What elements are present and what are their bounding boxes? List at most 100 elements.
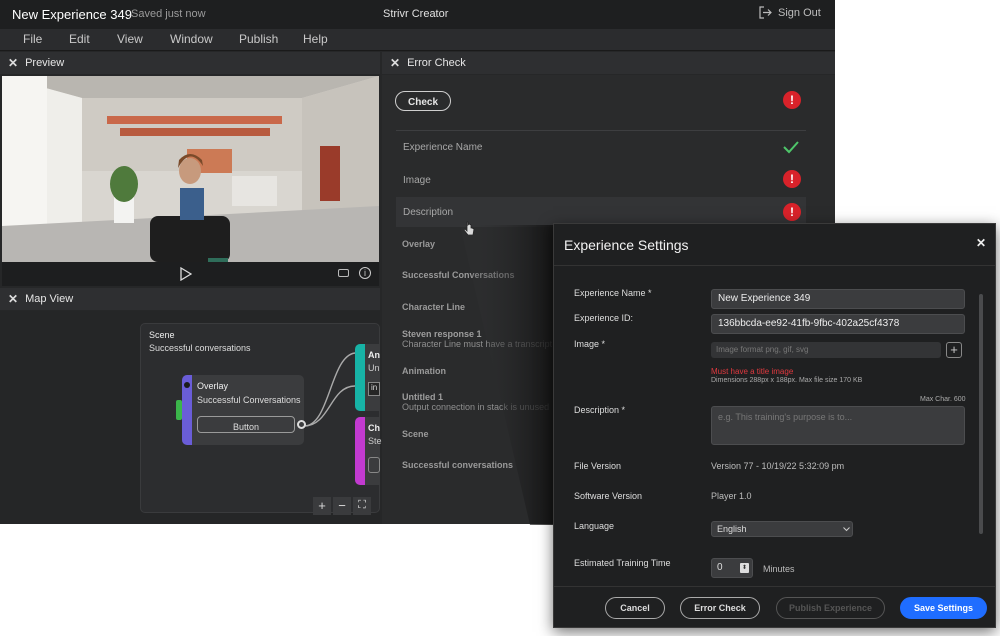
save-settings-button[interactable]: Save Settings	[900, 597, 987, 619]
animation-node-title: An	[368, 350, 380, 360]
description-label: Description *	[574, 405, 626, 415]
sign-out-button[interactable]: Sign Out	[759, 6, 821, 19]
close-icon[interactable]: ✕	[390, 56, 400, 70]
error-icon: !	[783, 91, 801, 109]
menu-view[interactable]: View	[117, 32, 143, 46]
character-node-chip	[368, 457, 380, 473]
experience-id-field[interactable]: 136bbcda-ee92-41fb-9fbc-402a25cf4378	[711, 314, 965, 334]
training-time-unit: Minutes	[763, 564, 795, 574]
software-version-label: Software Version	[574, 491, 643, 501]
character-node-title: Ch	[368, 423, 380, 433]
scene-render-image	[2, 76, 379, 262]
scene-section-label: Scene	[402, 429, 429, 439]
animation-node-stripe	[355, 344, 365, 411]
experience-name-input[interactable]: New Experience 349	[711, 289, 965, 309]
vr-headset-icon[interactable]	[338, 269, 349, 277]
close-icon[interactable]: ✕	[8, 292, 18, 306]
error-check-divider	[396, 130, 806, 131]
menu-bar: File Edit View Window Publish Help	[0, 29, 835, 51]
preview-toolbar: i	[2, 262, 379, 286]
overlay-node-button[interactable]: Button	[197, 416, 295, 433]
cancel-button-label: Cancel	[620, 603, 650, 613]
preview-panel-header: ✕ Preview	[0, 52, 380, 74]
overlay-node-button-label: Button	[232, 422, 260, 432]
check-row-label: Experience Name	[403, 141, 483, 153]
character-node[interactable]: Ch Ste	[355, 417, 382, 485]
zoom-out-button[interactable]: −	[333, 497, 351, 515]
close-icon[interactable]: ✕	[976, 236, 986, 250]
error-check-button-label: Error Check	[694, 603, 746, 613]
focus-highlight-beam	[460, 225, 554, 525]
menu-window[interactable]: Window	[170, 32, 213, 46]
preview-viewport[interactable]	[2, 76, 379, 262]
dialog-title: Experience Settings	[564, 237, 689, 253]
info-icon[interactable]: i	[359, 267, 371, 279]
check-row-label: Description	[403, 206, 454, 218]
menu-publish[interactable]: Publish	[239, 32, 278, 46]
overlay-section-label: Overlay	[402, 239, 436, 249]
description-textarea[interactable]: e.g. This training's purpose is to...	[711, 406, 965, 445]
add-image-icon[interactable]: +	[946, 342, 962, 358]
document-title: New Experience 349	[12, 7, 132, 22]
save-settings-button-label: Save Settings	[913, 603, 974, 613]
chevron-down-icon	[843, 527, 850, 532]
training-time-value: 0	[717, 562, 723, 573]
output-port[interactable]	[297, 420, 306, 429]
training-time-stepper[interactable]: 0 ⬍	[711, 558, 753, 578]
menu-edit[interactable]: Edit	[69, 32, 90, 46]
error-check-title: Error Check	[407, 57, 466, 69]
file-version-value: Version 77 - 10/19/22 5:32:09 pm	[711, 461, 845, 471]
language-select-value: English	[717, 524, 747, 534]
publish-experience-button[interactable]: Publish Experience	[776, 597, 885, 619]
image-hint-text: Dimensions 288px x 188px. Max file size …	[711, 377, 863, 384]
check-button-label: Check	[407, 97, 438, 108]
preview-title: Preview	[25, 57, 65, 69]
zoom-in-button[interactable]: +	[313, 497, 331, 515]
description-max-chars: Max Char. 600	[920, 396, 966, 403]
play-icon[interactable]	[180, 267, 192, 281]
map-canvas[interactable]: Scene Successful conversations Overlay S…	[0, 311, 382, 524]
language-select[interactable]: English	[711, 521, 853, 537]
cancel-button[interactable]: Cancel	[605, 597, 665, 619]
image-upload-field[interactable]: Image format png, gif, svg	[711, 342, 941, 358]
menu-file[interactable]: File	[23, 32, 42, 46]
animation-node[interactable]: An Un in	[355, 344, 380, 411]
experience-settings-dialog: Experience Settings ✕ Experience Name * …	[553, 223, 996, 628]
character-node-stripe	[355, 417, 365, 485]
menu-help[interactable]: Help	[303, 32, 328, 46]
check-button[interactable]: Check	[395, 91, 451, 111]
character-section-label: Character Line	[402, 302, 466, 312]
check-row-image[interactable]: Image	[396, 165, 806, 195]
node-port-dot	[184, 382, 190, 388]
character-node-sub: Ste	[368, 436, 382, 446]
animation-node-sub: Un	[368, 363, 380, 373]
image-error-text: Must have a title image	[711, 367, 794, 376]
overlay-node-subtitle: Successful Conversations	[197, 395, 301, 405]
software-version-value: Player 1.0	[711, 491, 752, 501]
stepper-arrows-icon[interactable]: ⬍	[740, 563, 749, 573]
sign-out-label: Sign Out	[778, 6, 821, 19]
title-bar: New Experience 349 Saved just now Strivr…	[0, 0, 835, 29]
error-icon: !	[783, 203, 801, 221]
checkmark-icon	[783, 141, 799, 154]
experience-id-label: Experience ID:	[574, 313, 634, 323]
animation-node-chip: in	[368, 382, 380, 396]
publish-experience-button-label: Publish Experience	[788, 603, 873, 613]
language-label: Language	[574, 521, 615, 531]
error-icon: !	[783, 170, 801, 188]
close-icon[interactable]: ✕	[8, 56, 18, 70]
experience-name-label: Experience Name *	[574, 288, 652, 298]
dialog-scrollbar[interactable]	[979, 294, 983, 534]
check-row-label: Image	[403, 174, 431, 186]
map-view-panel-header: ✕ Map View	[0, 288, 380, 310]
overlay-node[interactable]: Overlay Successful Conversations Button	[182, 375, 306, 445]
fit-view-button[interactable]: ⛶	[353, 497, 371, 515]
app-name: Strivr Creator	[383, 8, 449, 20]
dialog-footer-divider	[554, 586, 995, 587]
dialog-divider	[554, 265, 995, 266]
map-view-title: Map View	[25, 293, 74, 305]
error-check-panel-header: ✕ Error Check	[382, 52, 835, 74]
training-time-label: Estimated Training Time	[574, 558, 671, 568]
check-row-experience-name[interactable]: Experience Name	[396, 132, 806, 162]
error-check-button[interactable]: Error Check	[680, 597, 760, 619]
